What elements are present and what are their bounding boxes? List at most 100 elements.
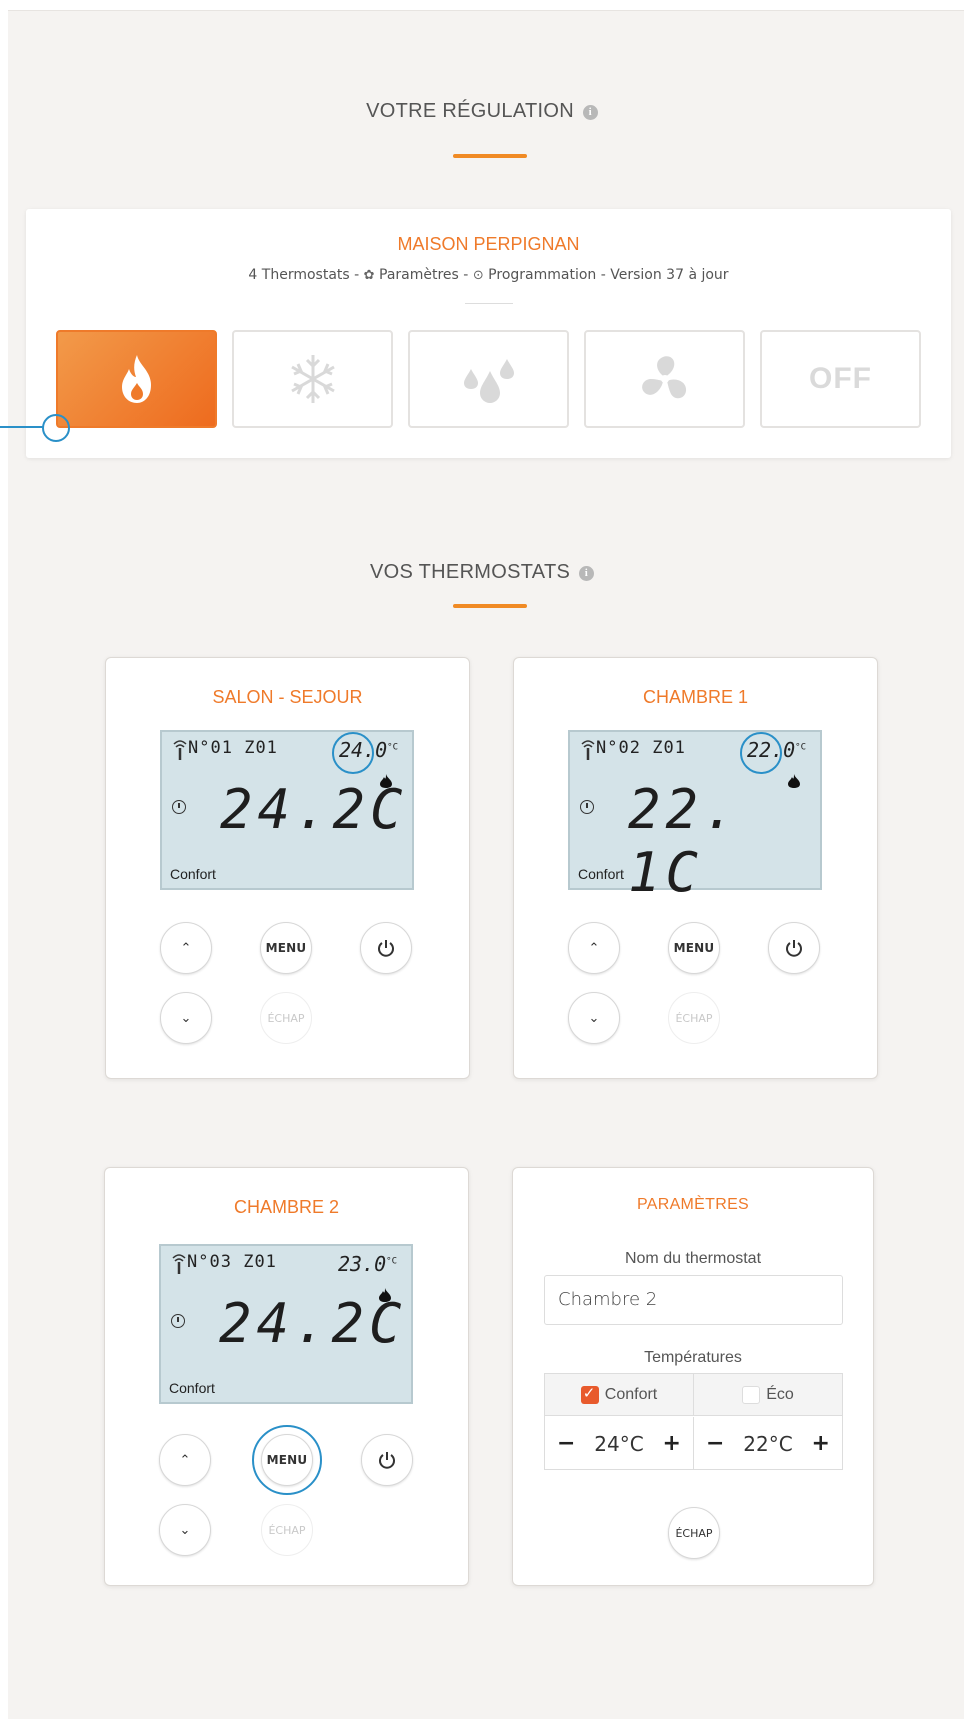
power-button[interactable]	[360, 922, 412, 974]
mode-dehumidify-button[interactable]	[408, 330, 569, 428]
thermostat-id: N°01 Z01	[188, 738, 278, 758]
mode-label: Confort	[578, 866, 624, 882]
confort-label: Confort	[604, 1385, 658, 1403]
escape-label: ÉCHAP	[675, 1011, 713, 1025]
eco-checkbox[interactable]	[742, 1385, 761, 1404]
down-button[interactable]: ⌄	[159, 1504, 211, 1556]
clock-icon: ⊙	[472, 268, 484, 283]
menu-label: MENU	[266, 1453, 308, 1467]
regulation-title: VOTRE RÉGULATION	[366, 100, 574, 122]
menu-label: MENU	[265, 941, 307, 955]
power-icon	[786, 940, 802, 957]
thermostat-zone: Z01	[244, 738, 278, 758]
clock-icon	[580, 800, 594, 814]
eco-value: 22°C	[743, 1431, 793, 1456]
eco-minus-button[interactable]: −	[706, 1431, 724, 1456]
down-button[interactable]: ⌄	[568, 992, 620, 1044]
current-temperature: 24.2C	[220, 778, 408, 841]
regulation-heading: VOTRE RÉGULATION i	[0, 100, 964, 123]
mode-cool-button[interactable]	[232, 330, 393, 428]
escape-label: ÉCHAP	[268, 1523, 306, 1537]
eco-stepper: − 22°C +	[694, 1417, 842, 1470]
thermostat-display: N°03 Z01 23.0°C 24.2C Confort	[159, 1244, 413, 1404]
off-label: OFF	[809, 362, 872, 395]
settings-label: Paramètres	[379, 267, 459, 283]
confort-header[interactable]: Confort	[545, 1374, 694, 1416]
confort-minus-button[interactable]: −	[557, 1431, 575, 1456]
chevron-down-icon: ⌄	[179, 1522, 191, 1538]
thermostat-title: CHAMBRE 2	[233, 1197, 340, 1217]
confort-checkbox[interactable]	[580, 1384, 599, 1404]
thermostat-title: CHAMBRE 1	[642, 687, 749, 707]
menu-button[interactable]: MENU	[260, 922, 312, 974]
antenna-icon	[172, 1254, 186, 1274]
snowflake-icon	[290, 355, 335, 403]
escape-label: ÉCHAP	[675, 1526, 713, 1540]
antenna-icon	[581, 740, 595, 760]
up-button[interactable]: ⌃	[159, 1434, 211, 1486]
antenna-icon	[173, 740, 187, 760]
escape-label: ÉCHAP	[267, 1011, 305, 1025]
regulation-title-rule	[453, 154, 527, 158]
eco-header[interactable]: Éco	[694, 1374, 842, 1416]
info-icon[interactable]: i	[578, 566, 594, 581]
escape-button[interactable]: ÉCHAP	[668, 992, 720, 1044]
chevron-up-icon: ⌃	[588, 940, 600, 956]
settings-link[interactable]: ✿ Paramètres	[364, 267, 459, 283]
eco-plus-button[interactable]: +	[812, 1431, 830, 1456]
menu-button[interactable]: MENU	[668, 922, 720, 974]
escape-button[interactable]: ÉCHAP	[260, 992, 312, 1044]
eco-label: Éco	[766, 1385, 794, 1403]
thermostat-name-input[interactable]: Chambre 2	[544, 1275, 843, 1325]
mode-label: Confort	[170, 866, 216, 882]
clock-icon	[172, 800, 186, 814]
fan-icon	[641, 356, 686, 399]
menu-button[interactable]: MENU	[261, 1434, 313, 1486]
setpoint-value: 23.0	[337, 1252, 387, 1276]
power-button[interactable]	[768, 922, 820, 974]
thermostat-id: N°03 Z01	[187, 1252, 277, 1272]
callout-marker	[42, 414, 70, 442]
temperatures-table: Confort Éco − 24°C + − 22°C +	[544, 1373, 843, 1470]
up-button[interactable]: ⌃	[160, 922, 212, 974]
name-label: Nom du thermostat	[624, 1250, 762, 1267]
thermostat-count: 4 Thermostats	[248, 267, 350, 283]
escape-button[interactable]: ÉCHAP	[261, 1504, 313, 1556]
thermostat-display: N°01 Z01 24.0°C 24.2C Confort	[160, 730, 414, 890]
meta-separator: -	[463, 267, 469, 283]
temperatures-label: Températures	[644, 1349, 742, 1366]
settings-escape-button[interactable]: ÉCHAP	[668, 1507, 720, 1559]
mode-label: Confort	[169, 1380, 215, 1396]
up-button[interactable]: ⌃	[568, 922, 620, 974]
thermostat-number: N°02	[596, 738, 641, 758]
mode-off-button[interactable]: OFF	[760, 330, 921, 428]
divider	[465, 303, 513, 304]
info-icon[interactable]: i	[582, 105, 598, 120]
setpoint-highlight	[332, 732, 374, 774]
current-temperature: 22. 1C	[628, 778, 741, 904]
thermostat-card-salon: SALON - SEJOUR N°01 Z01 24.0°C 24.2C Con…	[105, 657, 470, 1079]
setpoint-unit: °C	[795, 742, 806, 753]
down-button[interactable]: ⌄	[160, 992, 212, 1044]
regulation-card: MAISON PERPIGNAN 4 Thermostats - ✿ Param…	[26, 209, 951, 458]
thermostats-heading: VOS THERMOSTATS i	[0, 561, 964, 584]
power-icon	[379, 1452, 395, 1469]
setpoint-readout: 23.0°C	[338, 1252, 397, 1276]
thermostat-zone: Z01	[652, 738, 686, 758]
chevron-down-icon: ⌄	[180, 1010, 192, 1026]
settings-title: PARAMÈTRES	[636, 1196, 750, 1213]
thermostat-zone: Z01	[243, 1252, 277, 1272]
regulation-meta: 4 Thermostats - ✿ Paramètres - ⊙ Program…	[26, 267, 951, 283]
programming-link[interactable]: ⊙ Programmation	[473, 267, 596, 283]
settings-panel: PARAMÈTRES Nom du thermostat Chambre 2 T…	[512, 1167, 874, 1586]
thermostat-title: SALON - SEJOUR	[212, 687, 363, 707]
confort-stepper: − 24°C +	[545, 1417, 694, 1470]
thermostat-card-chambre1: CHAMBRE 1 N°02 Z01 22.0°C 22. 1C Confort…	[513, 657, 878, 1079]
chevron-down-icon: ⌄	[588, 1010, 600, 1026]
power-button[interactable]	[361, 1434, 413, 1486]
confort-plus-button[interactable]: +	[663, 1431, 681, 1456]
power-icon	[378, 940, 394, 957]
setpoint-unit: °C	[386, 1256, 397, 1267]
mode-heat-button[interactable]	[56, 330, 217, 428]
mode-fan-button[interactable]	[584, 330, 745, 428]
